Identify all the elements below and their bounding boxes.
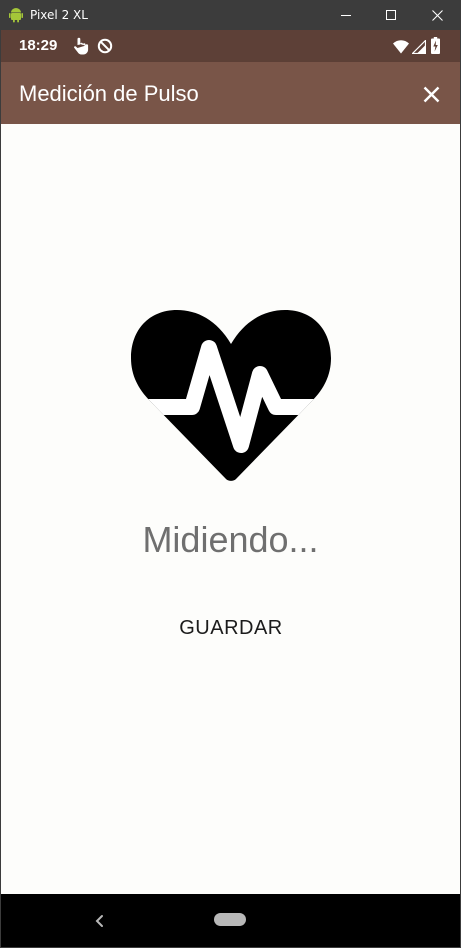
emulator-titlebar: Pixel 2 XL (0, 0, 461, 30)
app-bar: Medición de Pulso (1, 62, 460, 124)
touch-icon (73, 37, 89, 59)
page-title: Medición de Pulso (19, 81, 199, 106)
close-icon (423, 86, 439, 102)
navigation-bar (1, 894, 460, 947)
minimize-icon (341, 15, 351, 16)
home-pill-icon[interactable] (214, 913, 246, 926)
close-icon (431, 9, 443, 21)
battery-icon (431, 37, 440, 58)
do-not-disturb-icon (97, 38, 113, 58)
wifi-icon (393, 39, 409, 58)
status-bar: 18:29 (1, 30, 460, 62)
device-screen: 18:29 Medición de Pulso Midiendo... GUAR… (1, 30, 460, 947)
back-chevron-icon[interactable] (93, 913, 107, 932)
heart-pulse-icon (131, 310, 331, 481)
save-button[interactable]: GUARDAR (161, 610, 301, 646)
minimize-button[interactable] (323, 0, 369, 30)
maximize-button[interactable] (368, 0, 414, 30)
close-button[interactable] (413, 76, 449, 112)
content-area: Midiendo... GUARDAR (1, 124, 460, 894)
maximize-icon (386, 10, 396, 20)
window-close-button[interactable] (414, 0, 460, 30)
status-time: 18:29 (19, 37, 58, 54)
signal-icon (411, 39, 427, 58)
android-icon (9, 7, 23, 23)
measuring-status: Midiendo... (142, 519, 319, 560)
window-title: Pixel 2 XL (30, 8, 88, 22)
